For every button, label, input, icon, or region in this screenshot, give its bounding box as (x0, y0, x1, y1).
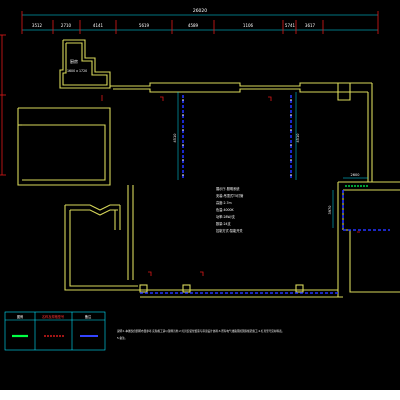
right-wall-dim: 3970 (328, 206, 332, 215)
center-note-line-3: 高度:2.7m (216, 200, 232, 205)
vertical-dim-right: 4510 (296, 134, 300, 143)
top-dim-3: 4141 (93, 23, 104, 28)
center-note-line-1: 展示厅-照明系统 (216, 186, 240, 191)
bottom-status-bar (0, 390, 400, 400)
center-note-line-5: 功率:28W/支 (216, 214, 236, 219)
vertical-dim-left: 4510 (173, 134, 177, 143)
room-label: 厨房 (70, 58, 78, 64)
legend-header-remark: 备注 (85, 314, 92, 319)
top-dim-4: 5619 (139, 23, 150, 28)
top-dim-1: 3512 (32, 23, 43, 28)
center-note-line-6: 数量:24支 (216, 221, 232, 226)
top-dim-7: 5741 (285, 23, 296, 28)
overall-dimension-text: 26020 (193, 8, 207, 14)
footer-note-line-2: 5.备注。 (117, 336, 127, 340)
legend-header-name: 名称及规格型号 (42, 314, 64, 319)
top-dim-8: 3617 (305, 23, 316, 28)
footer-note-line-1: 说明:1.本图仅供照明布置参考,实际施工请以现场为准;2.灯具安装位置需与吊顶设… (117, 329, 284, 333)
center-note-line-4: 色温:4000K (216, 207, 235, 212)
top-dim-2: 2710 (61, 23, 72, 28)
legend-header-symbol: 图例 (17, 314, 23, 319)
top-dim-6: 1106 (243, 23, 254, 28)
center-note-line-2: 安装:吊顶式T5灯管 (216, 193, 243, 198)
top-dim-5: 4589 (188, 23, 199, 28)
floor-plan-drawing: 26020 3512 2710 4141 5619 4589 1106 5741… (0, 0, 400, 400)
room-sublabel: 1600 x 1720 (67, 69, 87, 73)
center-note-line-7: 控制方式:智能开关 (216, 228, 243, 233)
right-top-dim: 2600 (351, 173, 360, 177)
